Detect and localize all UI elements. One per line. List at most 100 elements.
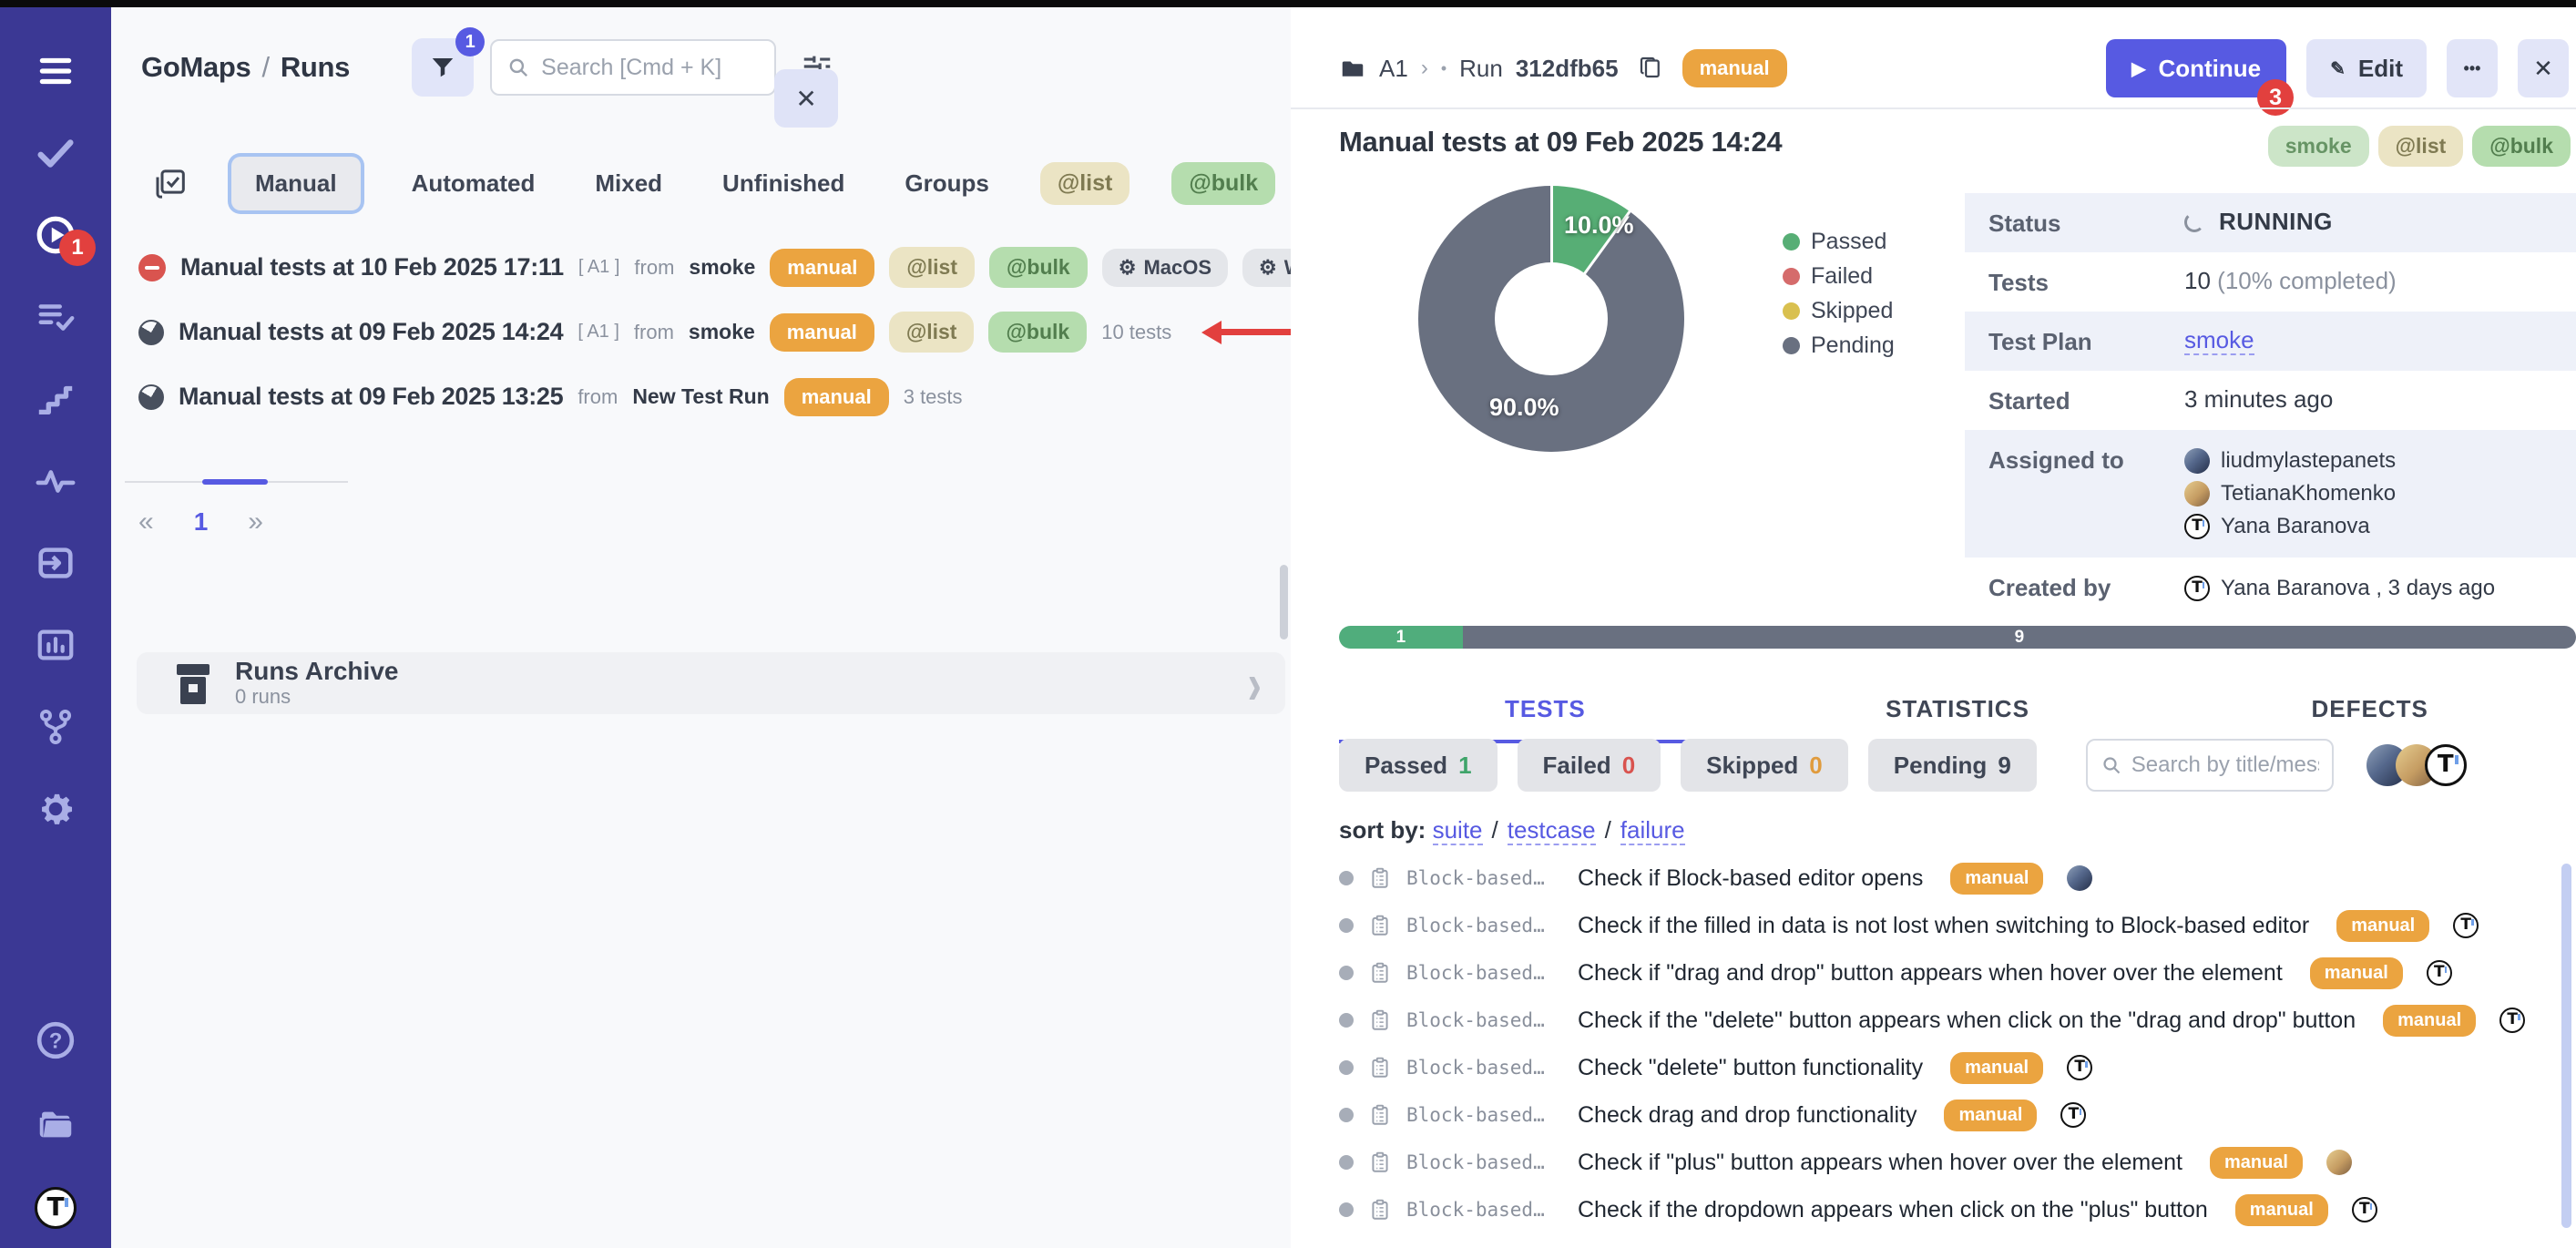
test-row[interactable]: Block-based…Check if Block-based editor … [1339, 854, 2576, 902]
tab-tests[interactable]: TESTS [1339, 686, 1752, 743]
tag-badge-manual: manual [770, 249, 874, 287]
sidebar-item-fork[interactable] [30, 703, 81, 751]
gear-icon [35, 788, 77, 830]
info-value: 10 (10% completed) [2184, 267, 2397, 295]
runs-list-hscroll [125, 479, 348, 485]
logo-avatar: T [2184, 514, 2210, 539]
more-actions-button[interactable]: ••• [2447, 39, 2498, 97]
avatar[interactable]: T [2425, 744, 2467, 786]
app-window: 1 ? T GoMaps / Runs 1 ✕ Manual Automated Mixe… [0, 0, 2576, 1248]
pagination-prev[interactable]: « [138, 506, 154, 537]
breadcrumb-project[interactable]: GoMaps [141, 51, 251, 83]
test-row[interactable]: Block-based…Check if "plus" button appea… [1339, 1139, 2576, 1186]
pagination: « 1 » [138, 506, 263, 537]
test-type-badge: manual [2235, 1194, 2328, 1226]
close-panel-button[interactable]: ✕ [774, 69, 838, 128]
edit-run-button[interactable]: ✎ Edit [2306, 39, 2427, 97]
test-row[interactable]: Block-based…Check "delete" button functi… [1339, 1044, 2576, 1091]
tab-automated[interactable]: Automated [403, 157, 545, 210]
filter-passed[interactable]: Passed1 [1339, 739, 1498, 792]
annotation-1: 1 [59, 230, 96, 266]
test-row[interactable]: Block-based…Check if the "delete" button… [1339, 997, 2576, 1044]
tab-manual[interactable]: Manual [231, 157, 361, 210]
clipboard-icon [1368, 1056, 1392, 1079]
run-id[interactable]: 312dfb65 [1516, 55, 1619, 83]
runs-list-scrollbar[interactable] [1280, 565, 1288, 639]
info-value: TYana Baranova , 3 days ago [2184, 572, 2495, 605]
legend-item: Passed [1783, 224, 1895, 259]
sort-by-testcase[interactable]: testcase [1508, 816, 1596, 845]
tag-badge-bulk: @bulk [988, 312, 1087, 353]
run-breadcrumb-folder[interactable]: A1 [1379, 55, 1408, 83]
sidebar-item-pulse[interactable] [30, 457, 81, 505]
test-plan-link[interactable]: smoke [2184, 326, 2254, 355]
continue-run-button[interactable]: ▶ Continue 3 [2106, 39, 2286, 97]
sidebar-item-checkmark[interactable] [30, 129, 81, 177]
info-label: Created by [1988, 572, 2184, 602]
logo-avatar: T [35, 1187, 77, 1229]
clipboard-icon [1368, 1008, 1392, 1032]
checklist-icon [35, 296, 77, 338]
run-row[interactable]: Manual tests at 09 Feb 2025 14:24[ A1 ]f… [138, 300, 1282, 364]
runs-search [490, 39, 776, 96]
copy-run-id-button[interactable] [1637, 54, 1664, 84]
info-label: Assigned to [1988, 445, 2184, 475]
select-all-icon[interactable] [153, 166, 189, 202]
run-tags: smoke@list@bulk [2268, 126, 2571, 167]
pagination-current-page[interactable]: 1 [194, 507, 209, 537]
sidebar-item-bar-chart[interactable] [30, 621, 81, 669]
run-row[interactable]: Manual tests at 09 Feb 2025 13:25fromNew… [138, 364, 1282, 429]
breadcrumb-section[interactable]: Runs [281, 51, 350, 83]
assignee-avatar-filter[interactable]: T [2366, 744, 2467, 786]
tab-groups[interactable]: Groups [895, 157, 997, 210]
filter-button[interactable]: 1 [412, 38, 474, 97]
tab-mixed[interactable]: Mixed [586, 157, 671, 210]
tag-badge-list[interactable]: @list [1040, 162, 1130, 205]
tab-defects[interactable]: DEFECTS [2163, 686, 2576, 743]
tab-statistics[interactable]: STATISTICS [1752, 686, 2164, 743]
sidebar-item-logo[interactable]: T [30, 1184, 81, 1232]
close-detail-button[interactable]: ✕ [2518, 39, 2569, 97]
run-type-badge: manual [1682, 49, 1787, 87]
test-row[interactable]: Block-based…Check if the dropdown appear… [1339, 1186, 2576, 1233]
tag-badge-list: @list [2378, 126, 2464, 167]
sidebar-item-play-circle[interactable]: 1 [30, 211, 81, 259]
run-row[interactable]: Manual tests at 10 Feb 2025 17:11[ A1 ]f… [138, 235, 1282, 300]
sidebar-item-help[interactable]: ? [30, 1017, 81, 1064]
test-row[interactable]: Block-based…Check drag and drop function… [1339, 1091, 2576, 1139]
tests-search-input[interactable] [2131, 752, 2319, 778]
svg-text:?: ? [49, 1028, 63, 1053]
sidebar-item-steps[interactable] [30, 375, 81, 423]
sort-by-suite[interactable]: suite [1433, 816, 1483, 845]
run-info-table: StatusRUNNINGTests10 (10% completed)Test… [1965, 193, 2576, 619]
test-row[interactable]: Block-based…Check if "drag and drop" but… [1339, 949, 2576, 997]
tests-scrollbar[interactable] [2561, 864, 2571, 1228]
legend-dot [1783, 302, 1800, 320]
pagination-next[interactable]: » [248, 506, 263, 537]
sidebar-item-checklist[interactable] [30, 293, 81, 341]
filter-pending[interactable]: Pending9 [1868, 739, 2037, 792]
filter-skipped[interactable]: Skipped0 [1681, 739, 1848, 792]
result-filter-pills: Passed1 Failed0 Skipped0 Pending9 [1339, 739, 2037, 792]
info-label: Started [1988, 385, 2184, 415]
runs-filter-tabs: Manual Automated Mixed Unfinished Groups @lis… [153, 157, 1275, 210]
filter-failed[interactable]: Failed0 [1518, 739, 1661, 792]
tab-unfinished[interactable]: Unfinished [713, 157, 854, 210]
legend-label: Passed [1811, 229, 1886, 255]
run-title: Manual tests at 10 Feb 2025 17:11 [180, 253, 564, 281]
photo-avatar [2184, 481, 2210, 506]
tag-badge-bulk[interactable]: @bulk [1171, 162, 1275, 205]
search-input[interactable] [541, 55, 760, 81]
runs-archive-card[interactable]: Runs Archive 0 runs › [137, 652, 1285, 714]
sort-by-failure[interactable]: failure [1620, 816, 1685, 845]
sidebar-item-gear[interactable] [30, 785, 81, 833]
test-row[interactable]: Block-based…Check if the filled in data … [1339, 902, 2576, 949]
info-value: RUNNING [2184, 208, 2333, 236]
hscroll-thumb[interactable] [202, 479, 268, 485]
info-row-test-plan: Test Plansmoke [1965, 312, 2576, 371]
sidebar-item-folder[interactable] [30, 1100, 81, 1148]
sort-separator: / [1492, 816, 1498, 844]
sidebar-item-import[interactable] [30, 539, 81, 587]
sidebar-item-menu[interactable] [30, 47, 81, 95]
pending-status-dot [1339, 1108, 1354, 1122]
